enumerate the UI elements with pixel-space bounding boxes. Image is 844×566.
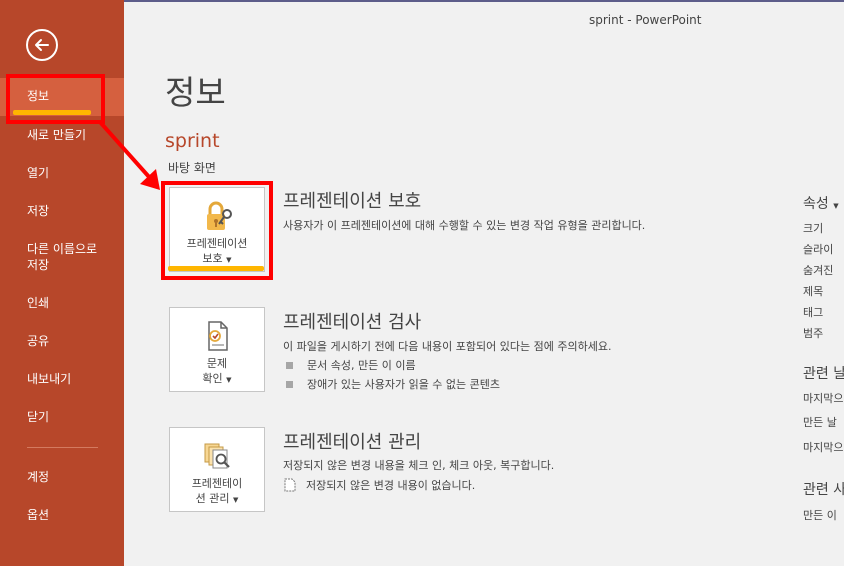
page-title: 정보 xyxy=(165,73,226,112)
arrow-left-icon xyxy=(35,39,49,51)
people-label: 만든 이 xyxy=(803,509,837,522)
annotation-underline xyxy=(13,110,91,115)
date-label: 만든 날 xyxy=(803,416,837,429)
chevron-down-icon: ▼ xyxy=(232,496,239,504)
date-label: 마지막으 xyxy=(803,392,844,405)
document-search-icon xyxy=(204,443,230,469)
sidebar-item-save[interactable]: 저장 xyxy=(0,203,124,219)
related-people-heading: 관련 사 xyxy=(803,482,844,498)
property-label: 슬라이 xyxy=(803,243,834,256)
inspect-section-title: 프레젠테이션 검사 xyxy=(283,312,422,333)
manage-section-title: 프레젠테이션 관리 xyxy=(283,432,422,453)
sidebar-divider xyxy=(27,447,98,448)
property-label: 숨겨진 xyxy=(803,264,834,277)
file-location[interactable]: 바탕 화면 xyxy=(168,159,216,176)
property-label: 제목 xyxy=(803,285,824,298)
title-bar-strip xyxy=(124,0,844,2)
property-label: 범주 xyxy=(803,327,824,340)
property-label: 크기 xyxy=(803,222,824,235)
list-item: 장애가 있는 사용자가 읽을 수 없는 콘텐츠 xyxy=(286,376,500,392)
manage-section-description: 저장되지 않은 변경 내용을 체크 인, 체크 아웃, 복구합니다. xyxy=(283,459,555,472)
check-issues-button[interactable]: 문제 확인 ▼ xyxy=(169,307,265,392)
document-icon xyxy=(284,478,296,492)
list-item: 저장되지 않은 변경 내용이 없습니다. xyxy=(284,477,475,493)
sidebar-item-new[interactable]: 새로 만들기 xyxy=(0,127,124,143)
related-dates-heading: 관련 날 xyxy=(803,366,844,382)
sidebar-item-print[interactable]: 인쇄 xyxy=(0,295,124,311)
sidebar-item-save-as[interactable]: 다른 이름으로 저장 xyxy=(0,241,110,273)
sidebar-item-options[interactable]: 옵션 xyxy=(0,507,124,523)
date-label: 마지막으 xyxy=(803,441,844,454)
properties-heading[interactable]: 속성 ▼ xyxy=(803,193,839,213)
sidebar-item-open[interactable]: 열기 xyxy=(0,165,124,181)
back-button[interactable] xyxy=(26,29,58,61)
inspect-section-description: 이 파일을 게시하기 전에 다음 내용이 포함되어 있다는 점에 주의하세요. xyxy=(283,340,612,353)
sidebar-item-share[interactable]: 공유 xyxy=(0,333,124,349)
protect-section-title: 프레젠테이션 보호 xyxy=(283,191,422,212)
sidebar-item-export[interactable]: 내보내기 xyxy=(0,371,124,387)
property-label: 태그 xyxy=(803,306,824,319)
chevron-down-icon: ▼ xyxy=(226,376,232,384)
file-name: sprint xyxy=(165,130,220,152)
sidebar-item-close[interactable]: 닫기 xyxy=(0,409,124,425)
manage-presentation-button[interactable]: 프레젠테이 션 관리 ▼ xyxy=(169,427,265,512)
bullet-icon xyxy=(286,361,293,369)
window-title: sprint - PowerPoint xyxy=(589,13,702,27)
protect-section-description: 사용자가 이 프레젠테이션에 대해 수행할 수 있는 변경 작업 유형을 관리합… xyxy=(283,219,646,232)
chevron-down-icon: ▼ xyxy=(833,202,839,210)
annotation-highlight-box xyxy=(6,74,105,124)
list-item: 문서 속성, 만든 이 이름 xyxy=(286,357,416,373)
document-check-icon xyxy=(208,321,228,351)
bullet-icon xyxy=(286,380,293,388)
annotation-underline xyxy=(168,266,264,271)
sidebar-item-account[interactable]: 계정 xyxy=(0,469,124,485)
